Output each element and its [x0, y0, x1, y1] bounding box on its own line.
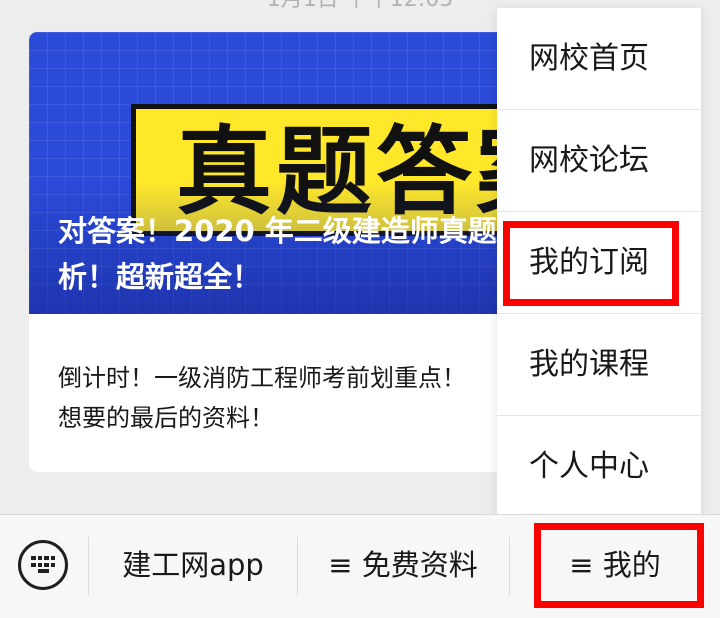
tab-app[interactable]: 建工网app: [90, 515, 296, 618]
sub-article-line: 想要的最后的资料！: [58, 404, 274, 432]
menu-item-school-forum[interactable]: 网校论坛: [497, 110, 701, 212]
menu-item-my-courses[interactable]: 我的课程: [497, 314, 701, 416]
keyboard-icon[interactable]: [18, 540, 68, 590]
sub-article-line: 倒计时！一级消防工程师考前划重点！: [58, 364, 466, 392]
article-headline-line: 对答案！2020 年二级建造师真题解: [58, 214, 526, 248]
tab-free-materials[interactable]: ≡ 免费资料: [298, 515, 508, 618]
my-dropdown-menu: 网校首页 网校论坛 我的订阅 我的课程 个人中心: [497, 8, 701, 516]
tab-mine[interactable]: ≡ 我的: [510, 515, 720, 618]
article-headline-line: 析！超新超全！: [58, 260, 262, 294]
menu-item-my-subscription[interactable]: 我的订阅: [497, 212, 701, 314]
sub-article-title[interactable]: 倒计时！一级消防工程师考前划重点！ 想要的最后的资料！: [58, 358, 538, 438]
bar-divider: [88, 537, 89, 595]
official-account-menu-bar: 建工网app ≡ 免费资料 ≡ 我的: [0, 514, 720, 618]
article-headline[interactable]: 对答案！2020 年二级建造师真题解 析！超新超全！: [58, 208, 538, 300]
menu-item-school-home[interactable]: 网校首页: [497, 8, 701, 110]
menu-item-personal-center[interactable]: 个人中心: [497, 416, 701, 518]
article-card[interactable]: 真题答案 对答案！2020 年二级建造师真题解 析！超新超全！ 倒计时！一级消防…: [29, 32, 559, 472]
article-cover-image[interactable]: 真题答案 对答案！2020 年二级建造师真题解 析！超新超全！: [29, 32, 559, 314]
